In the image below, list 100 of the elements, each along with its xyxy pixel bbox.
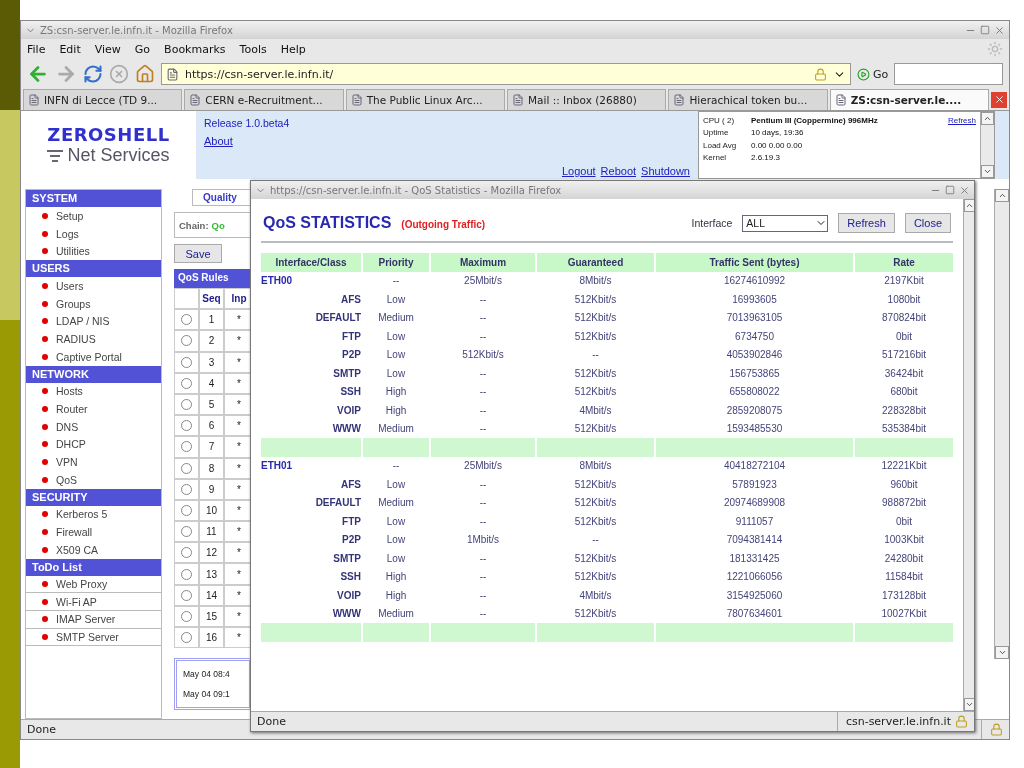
scroll-up-icon[interactable]	[983, 114, 992, 123]
close-icon[interactable]	[959, 184, 970, 196]
guaranteed-cell-text: 512Kbit/s	[573, 311, 618, 326]
class-name: SMTP	[332, 551, 361, 566]
maximize-icon[interactable]	[980, 24, 990, 35]
sidebar-item[interactable]: Utilities	[26, 242, 161, 261]
sidebar-item[interactable]: Logs	[26, 224, 161, 243]
scroll-up-icon[interactable]	[997, 191, 1007, 200]
save-button[interactable]: Save	[174, 244, 222, 263]
close-button[interactable]: Close	[904, 213, 951, 233]
rate-cell-text: 173128bit	[881, 588, 927, 603]
sidebar-item[interactable]: Users	[26, 277, 161, 295]
radio-button[interactable]	[181, 335, 192, 347]
home-icon[interactable]	[135, 64, 155, 84]
radio-button[interactable]	[181, 420, 192, 432]
browser-tab[interactable]: ZS:csn-server.le....	[829, 89, 990, 110]
radio-button[interactable]	[181, 377, 192, 389]
interface-select[interactable]: ALL	[742, 214, 829, 232]
page-icon	[166, 67, 179, 81]
radio-button[interactable]	[181, 504, 192, 516]
close-icon[interactable]	[994, 24, 1005, 36]
sidebar-item[interactable]: X509 CA	[26, 541, 161, 559]
sidebar-item[interactable]: IMAP Server	[26, 611, 161, 629]
rate-cell-text: 36424bit	[883, 366, 925, 381]
sidebar-item[interactable]: Firewall	[26, 523, 161, 541]
radio-button[interactable]	[181, 589, 192, 601]
scroll-down-icon[interactable]	[965, 700, 974, 709]
menu-item[interactable]: Edit	[59, 42, 81, 56]
radio-button[interactable]	[181, 441, 192, 453]
rate-cell-text: 11584bit	[884, 570, 924, 585]
reload-icon[interactable]	[83, 64, 103, 84]
sidebar-item[interactable]: DHCP	[26, 435, 161, 454]
column-header: Traffic Sent (bytes)	[656, 253, 853, 272]
sidebar-item[interactable]: SMTP Server	[26, 628, 161, 647]
menu-item[interactable]: Go	[134, 42, 151, 56]
rate-cell-text: 0bit	[894, 514, 914, 529]
browser-tab[interactable]: Mail :: Inbox (26880)	[507, 89, 667, 110]
sidebar-item[interactable]: Hosts	[26, 382, 161, 401]
stop-icon[interactable]	[109, 64, 129, 84]
sidebar-item[interactable]: Wi-Fi AP	[26, 593, 161, 612]
maximize-icon[interactable]	[945, 184, 955, 195]
sidebar-item[interactable]: QoS	[26, 470, 161, 489]
scrollbar[interactable]	[994, 189, 1009, 659]
maximum-cell-text: 1Mbit/s	[465, 533, 501, 548]
sidebar-item[interactable]: Setup	[26, 207, 161, 225]
sidebar-item[interactable]: RADIUS	[26, 330, 161, 348]
about-link[interactable]: About	[204, 135, 290, 147]
scrollbar[interactable]	[980, 112, 994, 178]
forward-icon[interactable]	[55, 63, 77, 85]
rate-cell-text: 988872bit	[881, 496, 927, 511]
sidebar-item[interactable]: LDAP / NIS	[26, 312, 161, 331]
radio-button[interactable]	[181, 610, 192, 622]
class-name: WWW	[331, 607, 361, 622]
action-link[interactable]: Shutdown	[641, 165, 690, 177]
sidebar-item[interactable]: Groups	[26, 294, 161, 313]
traffic-cell-text: 40418272104	[722, 459, 787, 474]
browser-tab[interactable]: INFN di Lecce (TD 9...	[23, 89, 183, 110]
menu-item[interactable]: Help	[280, 42, 306, 56]
guaranteed-cell-text: 512Kbit/s	[573, 422, 618, 437]
action-link[interactable]: Reboot	[600, 165, 637, 177]
radio-button[interactable]	[181, 632, 192, 644]
menu-item[interactable]: File	[27, 42, 46, 56]
priority-cell-text: Low	[385, 551, 407, 566]
close-tab-button[interactable]	[991, 91, 1007, 108]
maximum-cell-text: --	[478, 570, 488, 585]
radio-button[interactable]	[181, 568, 192, 580]
scroll-up-icon[interactable]	[965, 201, 974, 210]
sidebar-item[interactable]: Kerberos 5	[26, 505, 161, 524]
sidebar-item[interactable]: Captive Portal	[26, 347, 161, 366]
scroll-down-icon[interactable]	[983, 167, 992, 176]
sidebar-item[interactable]: VPN	[26, 453, 161, 471]
address-bar[interactable]: https://csn-server.le.infn.it/	[161, 63, 851, 85]
browser-tab[interactable]: The Public Linux Arc...	[345, 89, 506, 110]
back-icon[interactable]	[27, 63, 49, 85]
traffic-cell-text: 20974689908	[722, 496, 787, 511]
action-link[interactable]: Logout	[561, 165, 596, 177]
radio-button[interactable]	[181, 356, 192, 368]
go-button[interactable]: Go	[857, 67, 889, 81]
sidebar-item[interactable]: Router	[26, 400, 161, 418]
maximum-cell-text: --	[478, 422, 488, 437]
radio-button[interactable]	[181, 399, 192, 411]
scrollbar[interactable]	[963, 199, 974, 711]
radio-button[interactable]	[181, 462, 192, 474]
scroll-down-icon[interactable]	[997, 648, 1007, 657]
radio-button[interactable]	[181, 483, 192, 495]
radio-button[interactable]	[181, 547, 192, 559]
radio-button[interactable]	[181, 526, 192, 538]
traffic-cell-text: 156753865	[728, 366, 781, 381]
browser-tab[interactable]: CERN e-Recruitment...	[184, 89, 344, 110]
sidebar-item[interactable]: DNS	[26, 417, 161, 436]
table-cell: 14	[199, 584, 224, 606]
refresh-button[interactable]: Refresh	[838, 213, 895, 233]
search-field[interactable]	[894, 63, 1003, 85]
menu-item[interactable]: Bookmarks	[164, 42, 226, 56]
refresh-link[interactable]: Refresh	[948, 115, 976, 125]
menu-item[interactable]: View	[94, 42, 121, 56]
menu-item[interactable]: Tools	[239, 42, 267, 56]
sidebar-item[interactable]: Web Proxy	[26, 575, 161, 594]
radio-button[interactable]	[181, 314, 192, 326]
browser-tab[interactable]: Hierachical token bu...	[668, 89, 828, 110]
